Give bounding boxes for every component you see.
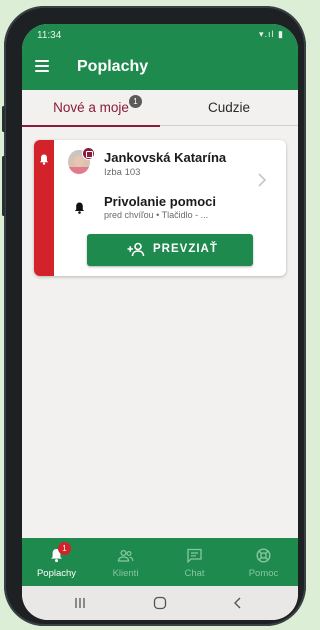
tab-bar: Nové a moje 1 Cudzie xyxy=(22,90,298,127)
take-over-label: PREVZIAŤ xyxy=(153,243,218,255)
volume-button xyxy=(2,156,5,216)
bell-icon xyxy=(74,202,85,214)
tab-label: Nové a moje xyxy=(53,100,129,115)
tab-label: Cudzie xyxy=(207,100,251,115)
alarm-stripe xyxy=(34,140,54,276)
page-title: Poplachy xyxy=(77,58,149,75)
alarm-meta: pred chvíľou • Tlačidlo - ... xyxy=(104,210,209,220)
nav-item-clients[interactable]: Klienti xyxy=(91,538,160,586)
nav-label: Pomoc xyxy=(248,568,279,579)
alarm-card[interactable]: Jankovská Katarína Izba 103 Privolanie p… xyxy=(34,140,286,276)
tab-new-and-mine[interactable]: Nové a moje 1 xyxy=(22,90,160,127)
client-room: Izba 103 xyxy=(104,167,141,178)
alarm-title: Privolanie pomoci xyxy=(104,194,216,209)
home-icon[interactable] xyxy=(152,595,168,611)
bottom-nav: 1 Poplachy Klienti Chat Pomoc xyxy=(22,538,298,586)
recents-icon[interactable] xyxy=(72,595,88,611)
tab-count-badge: 1 xyxy=(129,95,142,108)
lifebuoy-icon xyxy=(256,548,271,563)
screen: 11:34 ▾.ıl ▮ Poplachy Nové a moje 1 Cudz… xyxy=(22,24,298,620)
nav-item-help[interactable]: Pomoc xyxy=(229,538,298,586)
power-button xyxy=(2,106,5,132)
nav-item-chat[interactable]: Chat xyxy=(160,538,229,586)
back-icon[interactable] xyxy=(230,595,246,611)
nav-item-alarms[interactable]: 1 Poplachy xyxy=(22,538,91,586)
add-person-icon xyxy=(127,242,145,257)
nav-count-badge: 1 xyxy=(58,542,71,555)
chat-icon xyxy=(187,548,202,563)
status-icons: ▾.ıl ▮ xyxy=(259,29,284,39)
bell-icon xyxy=(39,154,49,165)
system-navigation-bar xyxy=(22,586,298,620)
phone-frame: 11:34 ▾.ıl ▮ Poplachy Nové a moje 1 Cudz… xyxy=(2,6,306,626)
chevron-right-icon[interactable] xyxy=(256,173,268,187)
app-bar: 11:34 ▾.ıl ▮ Poplachy xyxy=(22,24,298,90)
take-over-button[interactable]: PREVZIAŤ xyxy=(87,234,253,266)
tab-foreign[interactable]: Cudzie xyxy=(160,90,298,126)
nav-label: Poplachy xyxy=(36,568,77,579)
people-icon xyxy=(117,549,134,562)
nav-label: Chat xyxy=(184,568,205,579)
menu-icon[interactable] xyxy=(35,60,49,72)
client-name: Jankovská Katarína xyxy=(104,150,227,165)
device-badge-icon xyxy=(82,147,95,160)
nav-label: Klienti xyxy=(112,568,139,579)
status-time: 11:34 xyxy=(37,30,62,41)
